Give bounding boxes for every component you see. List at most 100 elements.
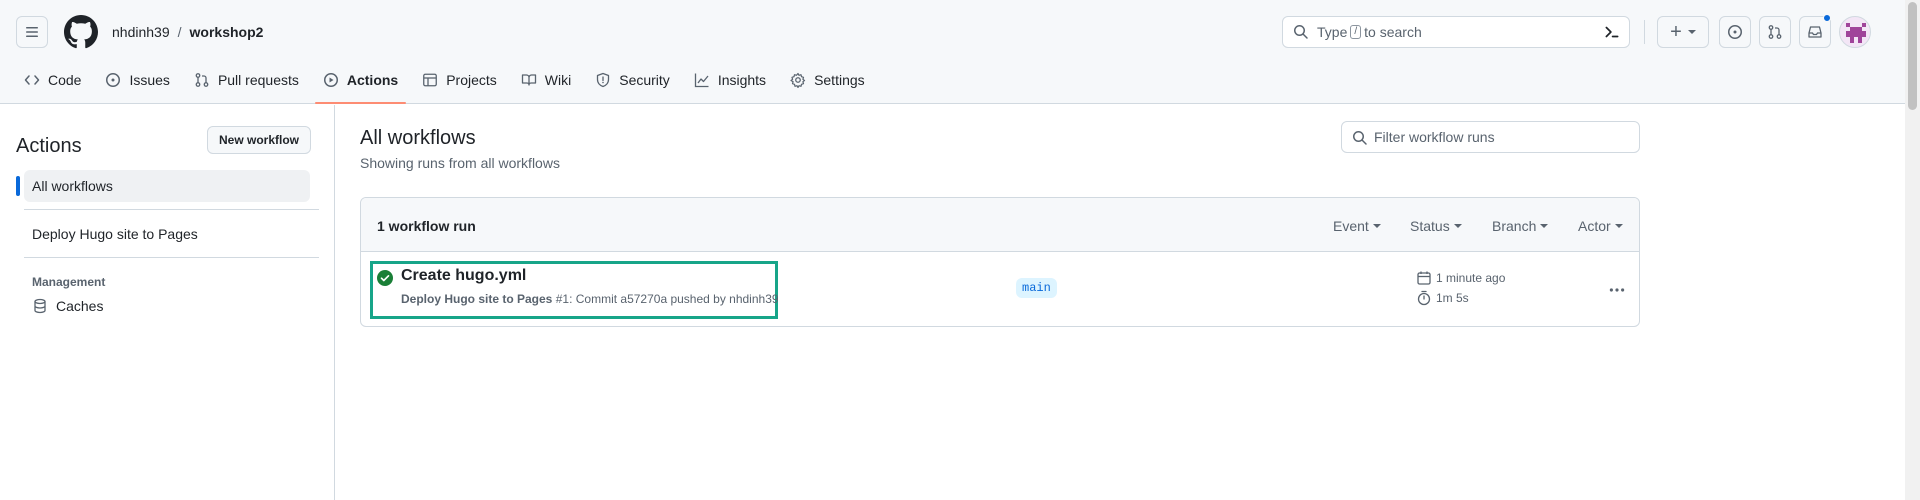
avatar[interactable] <box>1839 16 1871 48</box>
chevron-down-icon <box>1453 224 1462 228</box>
sidebar-item-caches[interactable]: Caches <box>32 298 103 314</box>
tab-wiki[interactable]: Wiki <box>513 64 579 96</box>
sidebar-item-all-workflows[interactable]: All workflows <box>16 170 310 202</box>
branch-label[interactable]: main <box>1016 278 1057 298</box>
breadcrumb-separator: / <box>177 24 182 40</box>
tab-label: Projects <box>446 72 497 88</box>
dropdown-label: Branch <box>1492 218 1537 234</box>
run-meta: Deploy Hugo site to Pages #1: Commit a57… <box>401 292 779 306</box>
issue-icon <box>106 73 121 87</box>
github-logo-icon[interactable] <box>64 15 98 49</box>
create-new-button[interactable]: + <box>1657 16 1709 48</box>
plus-icon: + <box>1670 21 1682 43</box>
sidebar-item-label: Caches <box>56 298 104 314</box>
chevron-down-icon <box>1614 224 1623 228</box>
chevron-down-icon <box>1540 224 1549 228</box>
sidebar-item-label: All workflows <box>32 178 113 194</box>
run-workflow-name: Deploy Hugo site to Pages <box>401 292 553 306</box>
pull-requests-button[interactable] <box>1759 16 1791 48</box>
page-title: All workflows <box>360 127 476 149</box>
tab-label: Pull requests <box>217 72 299 88</box>
database-icon <box>34 298 46 314</box>
dropdown-label: Status <box>1410 218 1450 234</box>
tab-pull-requests[interactable]: Pull requests <box>186 64 307 96</box>
tab-projects[interactable]: Projects <box>414 64 505 96</box>
tab-settings[interactable]: Settings <box>782 64 873 96</box>
scrollbar-thumb[interactable] <box>1908 2 1917 110</box>
search-shortcut-key: / <box>1350 25 1362 39</box>
hamburger-icon <box>26 27 38 37</box>
run-duration-value: 1m 5s <box>1436 291 1469 305</box>
filter-workflow-runs-input[interactable]: Filter workflow runs <box>1341 121 1640 153</box>
search-prefix: Type <box>1317 24 1348 40</box>
tab-label: Actions <box>346 72 399 88</box>
sidebar-divider <box>24 257 319 258</box>
notification-dot <box>1823 14 1831 22</box>
dropdown-label: Actor <box>1578 218 1611 234</box>
tab-label: Wiki <box>544 72 572 88</box>
tab-insights[interactable]: Insights <box>686 64 774 96</box>
run-duration: 1m 5s <box>1416 290 1469 306</box>
tab-label: Security <box>619 72 670 88</box>
new-workflow-button[interactable]: New workflow <box>207 126 311 154</box>
dropdown-label: Event <box>1333 218 1369 234</box>
workflow-runs-header: 1 workflow run Event Status Branch Actor <box>361 198 1639 252</box>
kebab-horizontal-icon <box>1609 288 1625 292</box>
status-filter-dropdown[interactable]: Status <box>1410 218 1462 234</box>
sidebar-divider <box>24 209 319 210</box>
page-scrollbar[interactable] <box>1905 0 1920 500</box>
table-icon <box>423 73 438 87</box>
sidebar-item-deploy-hugo[interactable]: Deploy Hugo site to Pages <box>24 218 310 250</box>
workflow-runs-box: 1 workflow run Event Status Branch Actor… <box>360 197 1640 327</box>
search-suffix: to search <box>1364 24 1422 40</box>
search-input[interactable]: Type / to search <box>1282 16 1630 48</box>
tab-security[interactable]: Security <box>587 64 678 96</box>
pull-request-icon <box>195 73 209 87</box>
book-icon <box>521 74 536 86</box>
table-row[interactable]: Create hugo.yml Deploy Hugo site to Page… <box>361 252 1639 326</box>
user-avatar-icon <box>1846 23 1866 43</box>
repo-nav: Code Issues Pull requests Actions Projec… <box>16 64 881 104</box>
menu-button[interactable] <box>16 16 48 48</box>
run-options-button[interactable] <box>1601 274 1633 306</box>
page-subtitle: Showing runs from all workflows <box>360 155 560 171</box>
workflow-run-count: 1 workflow run <box>377 218 476 234</box>
tab-label: Insights <box>717 72 767 88</box>
header-divider <box>1644 20 1645 44</box>
play-icon <box>323 73 338 87</box>
issues-button[interactable] <box>1719 16 1751 48</box>
app-header: nhdinh39 / workshop2 Type / to search + Co… <box>0 0 1905 104</box>
tab-issues[interactable]: Issues <box>97 64 177 96</box>
tab-actions[interactable]: Actions <box>314 64 407 104</box>
check-circle-icon <box>377 270 393 286</box>
repo-name-link[interactable]: workshop2 <box>190 24 264 40</box>
command-palette-icon[interactable] <box>1603 23 1621 41</box>
branch-filter-dropdown[interactable]: Branch <box>1492 218 1549 234</box>
management-heading: Management <box>32 275 106 289</box>
pull-request-icon <box>1768 25 1782 39</box>
graph-icon <box>694 73 709 88</box>
tab-code[interactable]: Code <box>16 64 89 96</box>
stopwatch-icon <box>1417 290 1431 306</box>
issue-icon <box>1728 25 1742 39</box>
chevron-down-icon <box>1687 30 1696 34</box>
repo-owner-link[interactable]: nhdinh39 <box>112 24 170 40</box>
actions-sidebar: Actions New workflow All workflows Deplo… <box>0 105 335 500</box>
gear-icon <box>790 72 806 88</box>
run-time-ago: 1 minute ago <box>1436 271 1506 285</box>
run-title-link[interactable]: Create hugo.yml <box>401 267 526 285</box>
sidebar-item-label: Deploy Hugo site to Pages <box>32 226 198 242</box>
tab-label: Issues <box>129 72 170 88</box>
breadcrumb: nhdinh39 / workshop2 <box>112 22 263 42</box>
run-commit-text: : Commit a57270a pushed by nhdinh39 <box>569 292 779 306</box>
chevron-down-icon <box>1372 224 1381 228</box>
inbox-icon <box>1808 26 1822 38</box>
tab-label: Code <box>48 72 82 88</box>
sidebar-title: Actions <box>16 135 82 157</box>
run-time: 1 minute ago <box>1416 270 1505 286</box>
run-number: #1 <box>555 292 570 306</box>
event-filter-dropdown[interactable]: Event <box>1333 218 1381 234</box>
actor-filter-dropdown[interactable]: Actor <box>1578 218 1623 234</box>
search-icon <box>1294 25 1308 39</box>
filter-placeholder: Filter workflow runs <box>1374 129 1495 145</box>
